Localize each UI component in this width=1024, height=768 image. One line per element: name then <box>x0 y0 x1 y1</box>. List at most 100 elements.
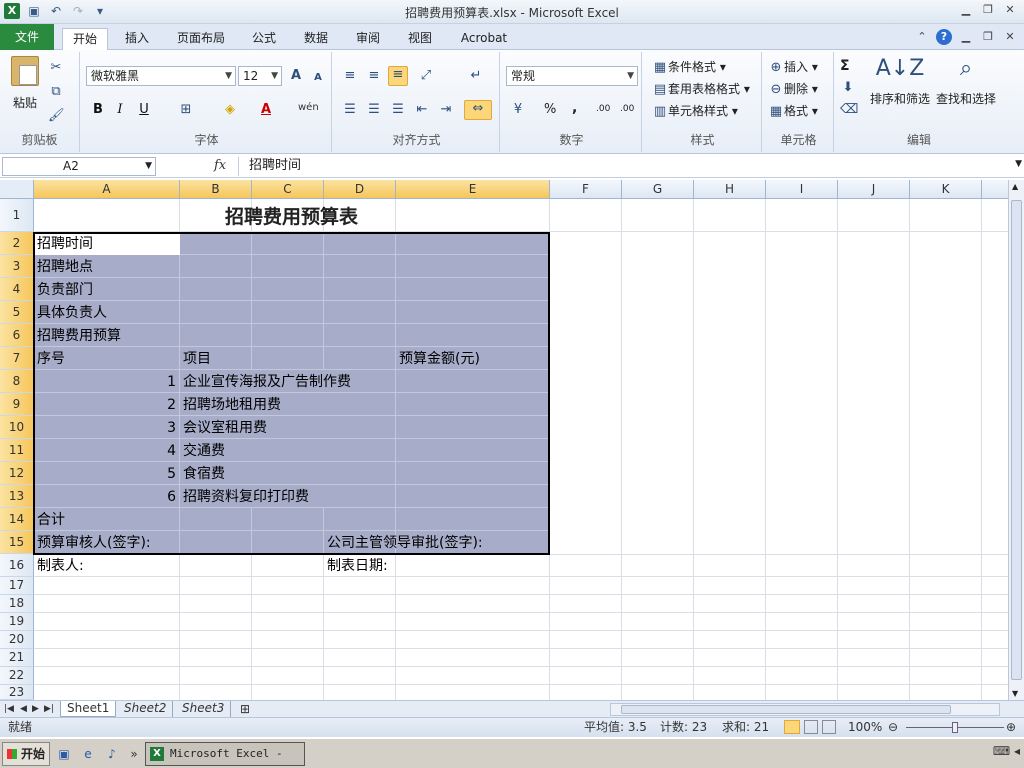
normal-view-icon[interactable] <box>784 720 800 734</box>
cell-a5[interactable]: 具体负责人 <box>37 302 107 324</box>
format-painter-icon[interactable]: 🖌 <box>48 108 65 124</box>
col-header-c[interactable]: C <box>252 180 324 199</box>
col-header-l[interactable] <box>982 180 1008 199</box>
orientation-icon[interactable]: ⤢ <box>418 68 434 84</box>
cell-a2[interactable]: 招聘时间 <box>37 233 93 255</box>
insert-sheet-icon[interactable]: ⊞ <box>240 701 250 717</box>
cell-a4[interactable]: 负责部门 <box>37 279 93 301</box>
row-header-15[interactable]: 15 <box>0 531 34 554</box>
align-bottom-icon[interactable]: ≡ <box>388 66 408 86</box>
cell-b7[interactable]: 项目 <box>183 348 211 370</box>
cell-a9[interactable]: 2 <box>34 394 176 416</box>
row-header-17[interactable]: 17 <box>0 577 34 595</box>
tab-view[interactable]: 视图 <box>400 28 440 50</box>
row-header-16[interactable]: 16 <box>0 554 34 577</box>
align-right-icon[interactable]: ☰ <box>390 102 406 118</box>
row-header-20[interactable]: 20 <box>0 631 34 649</box>
sheet-tab-2[interactable]: Sheet2 <box>118 701 174 717</box>
conditional-formatting-button[interactable]: ▦ 条件格式 ▾ <box>652 58 726 76</box>
sort-filter-button[interactable]: A↓Z 排序和筛选 <box>868 56 932 107</box>
col-header-d[interactable]: D <box>324 180 396 199</box>
zoom-out-icon[interactable]: ⊖ <box>888 718 898 737</box>
phonetic-icon[interactable]: wén <box>298 102 319 113</box>
row-header-18[interactable]: 18 <box>0 595 34 613</box>
page-break-view-icon[interactable] <box>822 720 836 734</box>
delete-cells-button[interactable]: ⊖ 删除 ▾ <box>768 80 818 98</box>
clear-icon[interactable]: ⌫ <box>840 102 858 118</box>
page-layout-view-icon[interactable] <box>804 720 818 734</box>
select-all-corner[interactable] <box>0 180 34 199</box>
cell-a12[interactable]: 5 <box>34 463 176 485</box>
tab-home[interactable]: 开始 <box>62 28 108 50</box>
col-header-f[interactable]: F <box>550 180 622 199</box>
cell-styles-button[interactable]: ▥ 单元格样式 ▾ <box>652 102 738 120</box>
copy-icon[interactable]: ⧉ <box>48 84 64 100</box>
row-header-19[interactable]: 19 <box>0 613 34 631</box>
tab-review[interactable]: 审阅 <box>348 28 388 50</box>
tab-formulas[interactable]: 公式 <box>244 28 284 50</box>
help-icon[interactable]: ? <box>936 29 952 45</box>
align-middle-icon[interactable]: ≡ <box>366 68 382 84</box>
tray-keyboard-icon[interactable]: ⌨ ◂ <box>993 744 1020 758</box>
prev-sheet-icon[interactable]: ◀ <box>20 701 27 717</box>
cell-a13[interactable]: 6 <box>34 486 176 508</box>
desktop-icon[interactable]: ▣ <box>56 746 72 762</box>
row-header-11[interactable]: 11 <box>0 439 34 462</box>
col-header-e[interactable]: E <box>396 180 550 199</box>
sheet-tab-1[interactable]: Sheet1 <box>60 701 117 717</box>
row-header-4[interactable]: 4 <box>0 278 34 301</box>
doc-restore-icon[interactable]: ❐ <box>980 29 996 45</box>
doc-minimize-icon[interactable]: ▁ <box>958 29 974 45</box>
italic-button[interactable]: I <box>112 102 128 118</box>
col-header-i[interactable]: I <box>766 180 838 199</box>
col-header-j[interactable]: J <box>838 180 910 199</box>
cell-a10[interactable]: 3 <box>34 417 176 439</box>
cell-a8[interactable]: 1 <box>34 371 176 393</box>
wrap-text-icon[interactable]: ↵ <box>468 68 484 84</box>
format-as-table-button[interactable]: ▤ 套用表格格式 ▾ <box>652 80 750 98</box>
percent-style-button[interactable]: % <box>544 102 556 117</box>
taskbar-excel-button[interactable]: Microsoft Excel - ... <box>145 742 305 766</box>
insert-function-icon[interactable]: fx <box>214 158 226 173</box>
tab-file[interactable]: 文件 <box>0 24 54 50</box>
tab-page-layout[interactable]: 页面布局 <box>170 28 232 50</box>
expand-formula-icon[interactable]: ▼ <box>1015 159 1022 169</box>
row-header-9[interactable]: 9 <box>0 393 34 416</box>
accounting-format-icon[interactable]: ¥ <box>510 102 526 118</box>
row-header-6[interactable]: 6 <box>0 324 34 347</box>
last-sheet-icon[interactable]: ▶| <box>44 701 54 717</box>
fill-color-icon[interactable]: ◈ <box>222 102 238 118</box>
more-icon[interactable]: » <box>126 746 142 762</box>
cell-b13[interactable]: 招聘资料复印打印费 <box>183 486 309 508</box>
col-header-b[interactable]: B <box>180 180 252 199</box>
paste-button[interactable]: 粘贴 <box>8 56 42 111</box>
cell-a16[interactable]: 制表人: <box>37 555 84 577</box>
font-color-icon[interactable]: A <box>258 102 274 118</box>
ribbon-collapse-icon[interactable]: ⌃ <box>914 29 930 45</box>
cell-d15[interactable]: 公司主管领导审批(签字): <box>327 532 483 554</box>
format-cells-button[interactable]: ▦ 格式 ▾ <box>768 102 818 120</box>
row-header-22[interactable]: 22 <box>0 667 34 685</box>
col-header-h[interactable]: H <box>694 180 766 199</box>
name-box[interactable]: A2 ▼ <box>2 157 156 176</box>
merge-center-icon[interactable]: ⇔ <box>464 100 492 120</box>
insert-cells-button[interactable]: ⊕ 插入 ▾ <box>768 58 818 76</box>
shrink-font-icon[interactable]: A <box>310 70 326 86</box>
cell-b10[interactable]: 会议室租用费 <box>183 417 267 439</box>
cell-a15[interactable]: 预算审核人(签字): <box>37 532 151 554</box>
cell-a6[interactable]: 招聘费用预算 <box>37 325 121 347</box>
decrease-decimal-button[interactable]: .00 <box>620 104 634 114</box>
cell-a7[interactable]: 序号 <box>37 348 65 370</box>
align-center-icon[interactable]: ☰ <box>366 102 382 118</box>
formula-input[interactable]: 招聘时间 <box>238 157 1008 176</box>
next-sheet-icon[interactable]: ▶ <box>32 701 39 717</box>
comma-style-button[interactable]: , <box>572 100 577 116</box>
row-header-14[interactable]: 14 <box>0 508 34 531</box>
row-header-8[interactable]: 8 <box>0 370 34 393</box>
col-header-a[interactable]: A <box>34 180 180 199</box>
font-size-combo[interactable]: 12 ▼ <box>238 66 282 86</box>
row-header-1[interactable]: 1 <box>0 199 34 232</box>
cell-e7[interactable]: 预算金额(元) <box>399 348 480 370</box>
doc-close-icon[interactable]: ✕ <box>1002 29 1018 45</box>
increase-decimal-button[interactable]: .00 <box>596 104 610 114</box>
